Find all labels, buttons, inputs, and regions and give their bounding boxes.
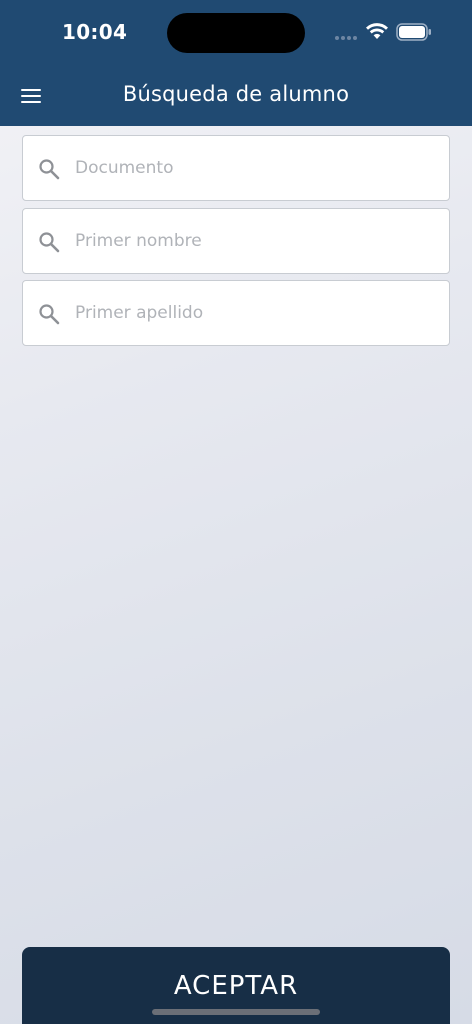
search-icon — [39, 304, 60, 325]
cellular-signal-icon — [335, 32, 359, 40]
home-indicator[interactable] — [152, 1009, 320, 1015]
battery-icon — [396, 23, 431, 41]
last-name-search-field[interactable] — [22, 280, 450, 346]
search-icon — [39, 159, 60, 180]
last-name-input[interactable] — [75, 281, 435, 345]
document-search-field[interactable] — [22, 135, 450, 201]
document-input[interactable] — [75, 136, 435, 200]
page-title: Búsqueda de alumno — [122, 82, 350, 106]
wifi-icon — [366, 23, 388, 39]
first-name-search-field[interactable] — [22, 208, 450, 274]
first-name-input[interactable] — [75, 209, 435, 273]
dynamic-island — [167, 13, 305, 53]
app-header: 10:04 Búsqueda de alumno — [0, 0, 472, 126]
search-icon — [39, 232, 60, 253]
status-time: 10:04 — [62, 20, 128, 44]
